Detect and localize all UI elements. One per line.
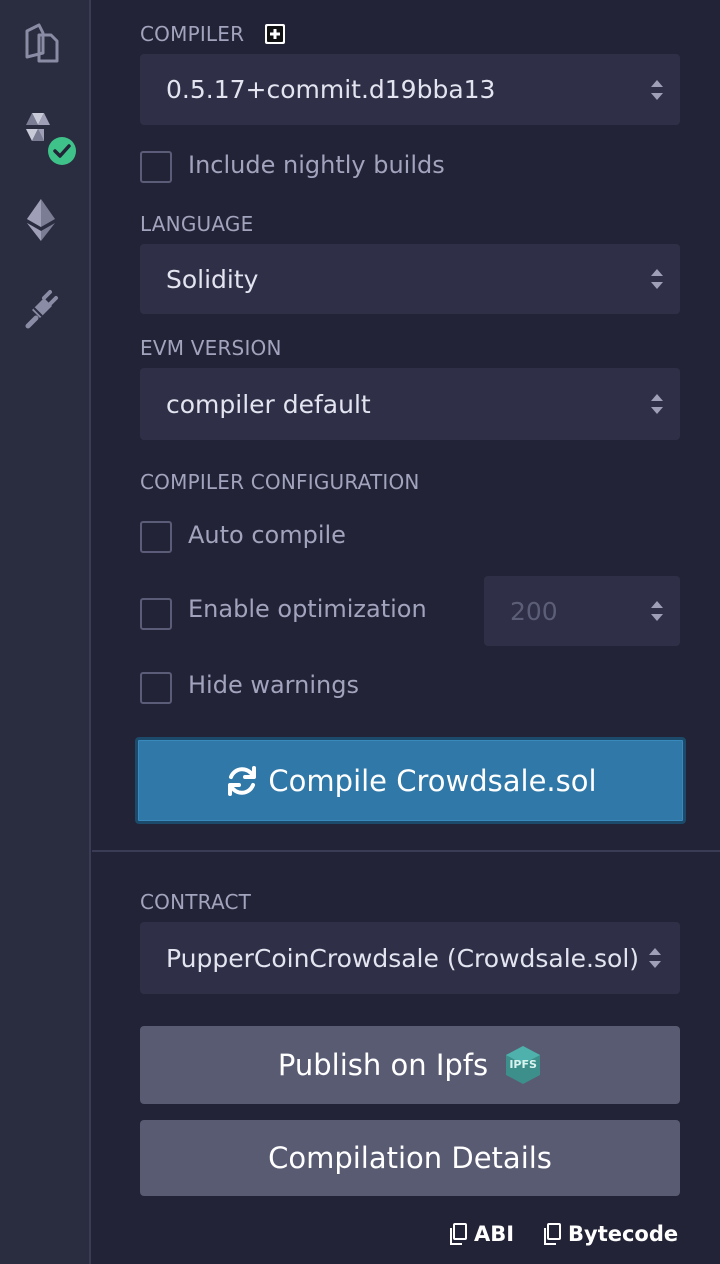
contract-label: CONTRACT [140,890,252,914]
publish-ipfs-button[interactable]: Publish on Ipfs IPFS [140,1026,680,1104]
solidity-compiler-icon[interactable] [14,106,80,170]
optimization-checkbox[interactable] [140,598,172,630]
compiler-version-value: 0.5.17+commit.d19bba13 [166,75,496,104]
file-manager-icon[interactable] [14,16,68,70]
compilation-details-label: Compilation Details [268,1141,552,1175]
icon-sidebar [0,0,91,1264]
copy-bytecode-button[interactable]: Bytecode [542,1222,678,1246]
divider [92,850,720,852]
language-select[interactable]: Solidity [140,244,680,314]
optimization-runs-input[interactable]: 200 [484,576,680,646]
evm-version-select[interactable]: compiler default [140,368,680,440]
hide-warnings-label: Hide warnings [188,671,359,699]
nightly-builds-checkbox[interactable] [140,151,172,183]
compiler-label: COMPILER [140,22,245,46]
ipfs-icon: IPFS [504,1045,542,1085]
copy-icon [544,1223,561,1245]
hide-warnings-checkbox[interactable] [140,672,172,704]
copy-abi-button[interactable]: ABI [448,1222,514,1246]
compile-button-label: Compile Crowdsale.sol [268,763,597,798]
optimization-label: Enable optimization [188,595,427,623]
select-arrows-icon [651,269,663,289]
compiler-configuration-label: COMPILER CONFIGURATION [140,470,420,494]
nightly-builds-label: Include nightly builds [188,151,445,179]
deploy-icon[interactable] [14,192,68,246]
compiler-panel: COMPILER 0.5.17+commit.d19bba13 Include … [92,0,720,1264]
auto-compile-label: Auto compile [188,521,346,549]
stepper-arrows-icon[interactable] [650,598,664,624]
optimization-runs-value: 200 [510,596,558,626]
select-arrows-icon [651,394,663,414]
language-label: LANGUAGE [140,212,254,236]
abi-label: ABI [474,1222,515,1246]
sync-icon [228,765,257,796]
compile-button[interactable]: Compile Crowdsale.sol [135,737,686,824]
auto-compile-checkbox[interactable] [140,521,172,553]
evm-version-value: compiler default [166,389,371,419]
plugin-manager-icon[interactable] [14,280,68,334]
select-arrows-icon [649,948,661,968]
compiler-version-select[interactable]: 0.5.17+commit.d19bba13 [140,54,680,125]
select-arrows-icon [651,79,663,100]
publish-ipfs-label: Publish on Ipfs [277,1048,489,1082]
ipfs-badge-text: IPFS [509,1058,537,1071]
plus-box-icon[interactable] [264,23,286,45]
bytecode-label: Bytecode [568,1222,679,1246]
contract-select[interactable]: PupperCoinCrowdsale (Crowdsale.sol) [140,922,680,994]
compilation-details-button[interactable]: Compilation Details [140,1120,680,1196]
contract-value: PupperCoinCrowdsale (Crowdsale.sol) [166,943,640,973]
copy-icon [450,1223,467,1245]
language-value: Solidity [166,264,259,294]
evm-version-label: EVM VERSION [140,336,282,360]
